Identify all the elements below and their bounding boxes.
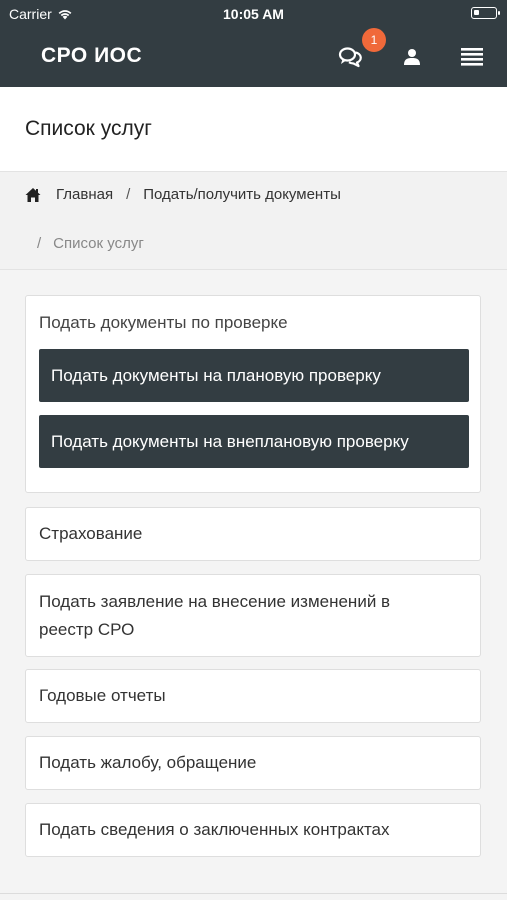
hamburger-menu-icon — [461, 48, 483, 66]
service-item-label: Годовые отчеты — [39, 686, 166, 705]
breadcrumb-current: Список услуг — [53, 235, 144, 252]
status-bar: Carrier 10:05 AM — [0, 0, 507, 28]
unplanned-inspection-label: Подать документы на внеплановую проверку — [51, 431, 409, 451]
notification-badge[interactable]: 1 — [362, 28, 386, 52]
footer-divider — [0, 893, 507, 894]
carrier-indicator: Carrier — [9, 6, 73, 22]
breadcrumb-separator: / — [126, 186, 131, 203]
service-item-label: Подать сведения о заключенных контрактах — [39, 820, 390, 839]
service-item-label: Подать заявление на внесение изменений в… — [39, 592, 391, 639]
carrier-label: Carrier — [9, 6, 52, 22]
inspection-group-title: Подать документы по проверке — [39, 313, 288, 332]
profile-button[interactable] — [394, 40, 430, 74]
home-icon[interactable] — [25, 187, 41, 203]
page-title: Список услуг — [25, 117, 152, 140]
top-navbar: Carrier 10:05 AM СРО ИОС 1 — [0, 0, 507, 87]
unplanned-inspection-button[interactable]: Подать документы на внеплановую проверку — [39, 415, 469, 468]
service-item-registry-change[interactable]: Подать заявление на внесение изменений в… — [25, 574, 481, 657]
service-item-annual-reports[interactable]: Годовые отчеты — [25, 669, 481, 723]
service-item-insurance[interactable]: Страхование — [25, 507, 481, 561]
user-icon — [404, 49, 420, 65]
breadcrumb: Главная / Подать/получить документы / Сп… — [0, 172, 507, 270]
page-header: Список услуг — [0, 87, 507, 172]
breadcrumb-parent-link[interactable]: Подать/получить документы — [143, 186, 341, 203]
chat-icon — [338, 47, 362, 68]
service-item-complaint[interactable]: Подать жалобу, обращение — [25, 736, 481, 790]
clock: 10:05 AM — [223, 6, 284, 22]
wifi-icon — [58, 10, 72, 20]
battery-icon — [471, 7, 500, 19]
service-item-label: Страхование — [39, 524, 143, 543]
service-item-label: Подать жалобу, обращение — [39, 753, 257, 772]
brand-logo[interactable]: СРО ИОС — [41, 44, 142, 68]
inspection-documents-card: Подать документы по проверке Подать доку… — [25, 295, 481, 493]
breadcrumb-home-link[interactable]: Главная — [56, 186, 113, 203]
planned-inspection-button[interactable]: Подать документы на плановую проверку — [39, 349, 469, 402]
menu-button[interactable] — [454, 40, 490, 74]
planned-inspection-label: Подать документы на плановую проверку — [51, 365, 381, 385]
breadcrumb-separator: / — [37, 235, 42, 252]
service-item-contracts[interactable]: Подать сведения о заключенных контрактах — [25, 803, 481, 857]
